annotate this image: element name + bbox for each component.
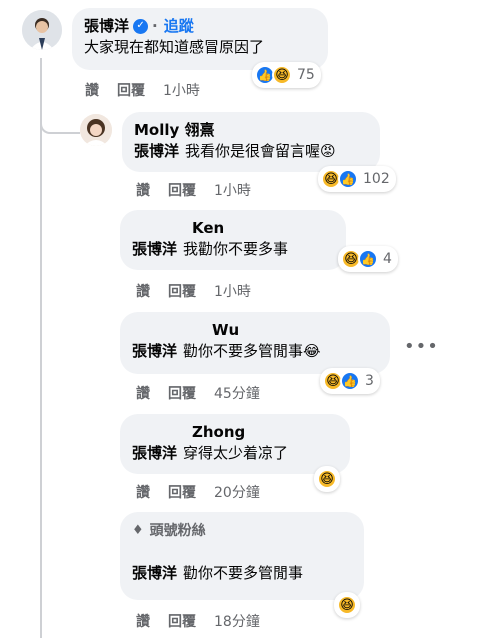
haha-reaction-icon: 😆 — [337, 595, 357, 615]
reply-bubble: Wu 張博洋 勸你不要多管閒事😂 — [120, 312, 390, 374]
reaction-count: 75 — [297, 67, 315, 83]
redacted-name — [132, 219, 192, 237]
redacted-name — [132, 423, 192, 441]
redacted-name — [132, 546, 192, 562]
like-button[interactable]: 讚 — [136, 483, 150, 503]
reply-actions: 讚 回覆 20分鐘 — [136, 483, 260, 503]
crying-laughing-emoji-icon: 😂 — [303, 342, 321, 360]
top-fan-badge[interactable]: 頭號粉絲 — [150, 520, 206, 540]
reaction-summary[interactable]: 😆 — [314, 466, 340, 492]
separator-dot: · — [152, 17, 158, 35]
mention-tag[interactable]: 張博洋 — [132, 240, 177, 258]
haha-reaction-icon: 😆 — [317, 469, 337, 489]
timestamp[interactable]: 18分鐘 — [214, 612, 260, 632]
reply-author[interactable]: Molly 翎熹 — [134, 120, 215, 140]
timestamp[interactable]: 1小時 — [214, 181, 251, 201]
thread-branch — [40, 106, 80, 134]
mention-tag[interactable]: 張博洋 — [132, 342, 177, 360]
timestamp[interactable]: 45分鐘 — [214, 384, 260, 404]
like-button[interactable]: 讚 — [136, 181, 150, 201]
more-options-icon[interactable]: ••• — [404, 336, 439, 357]
avatar[interactable] — [80, 114, 112, 146]
avatar[interactable] — [22, 10, 62, 50]
reply-bubble: Zhong 張博洋 穿得太少着凉了 — [120, 414, 350, 474]
reply-bubble: Ken 張博洋 我勸你不要多事 — [120, 210, 346, 270]
reaction-summary[interactable]: 😆 — [334, 592, 360, 618]
reply-button[interactable]: 回覆 — [168, 181, 196, 201]
redacted-name — [132, 321, 212, 339]
follow-button[interactable]: 追蹤 — [164, 16, 194, 36]
reply-text: 勸你不要多管閒事 — [183, 342, 304, 360]
reply-actions: 讚 回覆 18分鐘 — [136, 612, 260, 632]
mention-tag[interactable]: 張博洋 — [134, 142, 179, 160]
reply-button[interactable]: 回覆 — [168, 483, 196, 503]
timestamp[interactable]: 1小時 — [214, 282, 251, 302]
reply-button[interactable]: 回覆 — [168, 384, 196, 404]
angry-emoji-icon: 😡 — [320, 142, 336, 160]
reply-actions: 讚 回覆 1小時 — [136, 282, 251, 302]
comment-author[interactable]: 張博洋 — [84, 16, 129, 36]
reply-button[interactable]: 回覆 — [168, 282, 196, 302]
like-button[interactable]: 讚 — [136, 282, 150, 302]
reply-author[interactable]: Zhong — [192, 422, 245, 442]
like-button[interactable]: 讚 — [136, 612, 150, 632]
comment-bubble: 張博洋 ✓ · 追蹤 大家現在都知道感冒原因了 — [72, 8, 328, 70]
haha-reaction-icon: 😆 — [272, 65, 292, 85]
reply-actions: 讚 回覆 1小時 — [136, 181, 251, 201]
mention-tag[interactable]: 張博洋 — [132, 444, 177, 462]
reaction-summary[interactable]: 😆 👍 4 — [338, 246, 398, 272]
reply-author[interactable]: Wu — [212, 320, 239, 340]
timestamp[interactable]: 1小時 — [163, 81, 200, 101]
like-button[interactable]: 讚 — [136, 384, 150, 404]
reaction-count: 3 — [365, 373, 374, 389]
reaction-count: 4 — [383, 251, 392, 267]
comment-text: 大家現在都知道感冒原因了 — [84, 38, 265, 56]
reply-button[interactable]: 回覆 — [168, 612, 196, 632]
reply-text: 勸你不要多管閒事 — [183, 564, 304, 582]
like-reaction-icon: 👍 — [338, 169, 358, 189]
mention-tag[interactable]: 張博洋 — [132, 564, 177, 582]
reaction-summary[interactable]: 👍 😆 75 — [252, 62, 321, 88]
reply-button[interactable]: 回覆 — [117, 81, 145, 101]
like-button[interactable]: 讚 — [85, 81, 99, 101]
reply-text: 我看你是很會留言喔 — [185, 142, 321, 160]
thread-line — [40, 58, 42, 638]
diamond-icon: ♦ — [132, 522, 144, 538]
verified-badge-icon: ✓ — [133, 18, 149, 34]
reaction-summary[interactable]: 😆 👍 3 — [320, 368, 380, 394]
like-reaction-icon: 👍 — [358, 249, 378, 269]
reaction-count: 102 — [363, 171, 390, 187]
timestamp[interactable]: 20分鐘 — [214, 483, 260, 503]
reply-text: 穿得太少着凉了 — [183, 444, 289, 462]
reaction-summary[interactable]: 😆 👍 102 — [318, 166, 396, 192]
reply-bubble: ♦ 頭號粉絲 張博洋 勸你不要多管閒事 — [120, 512, 364, 600]
reply-text: 我勸你不要多事 — [183, 240, 289, 258]
like-reaction-icon: 👍 — [340, 371, 360, 391]
reply-bubble: Molly 翎熹 張博洋 我看你是很會留言喔😡 — [122, 112, 380, 172]
reply-actions: 讚 回覆 45分鐘 — [136, 384, 260, 404]
comment-actions: 讚 回覆 1小時 — [85, 81, 200, 101]
reply-author[interactable]: Ken — [192, 218, 224, 238]
